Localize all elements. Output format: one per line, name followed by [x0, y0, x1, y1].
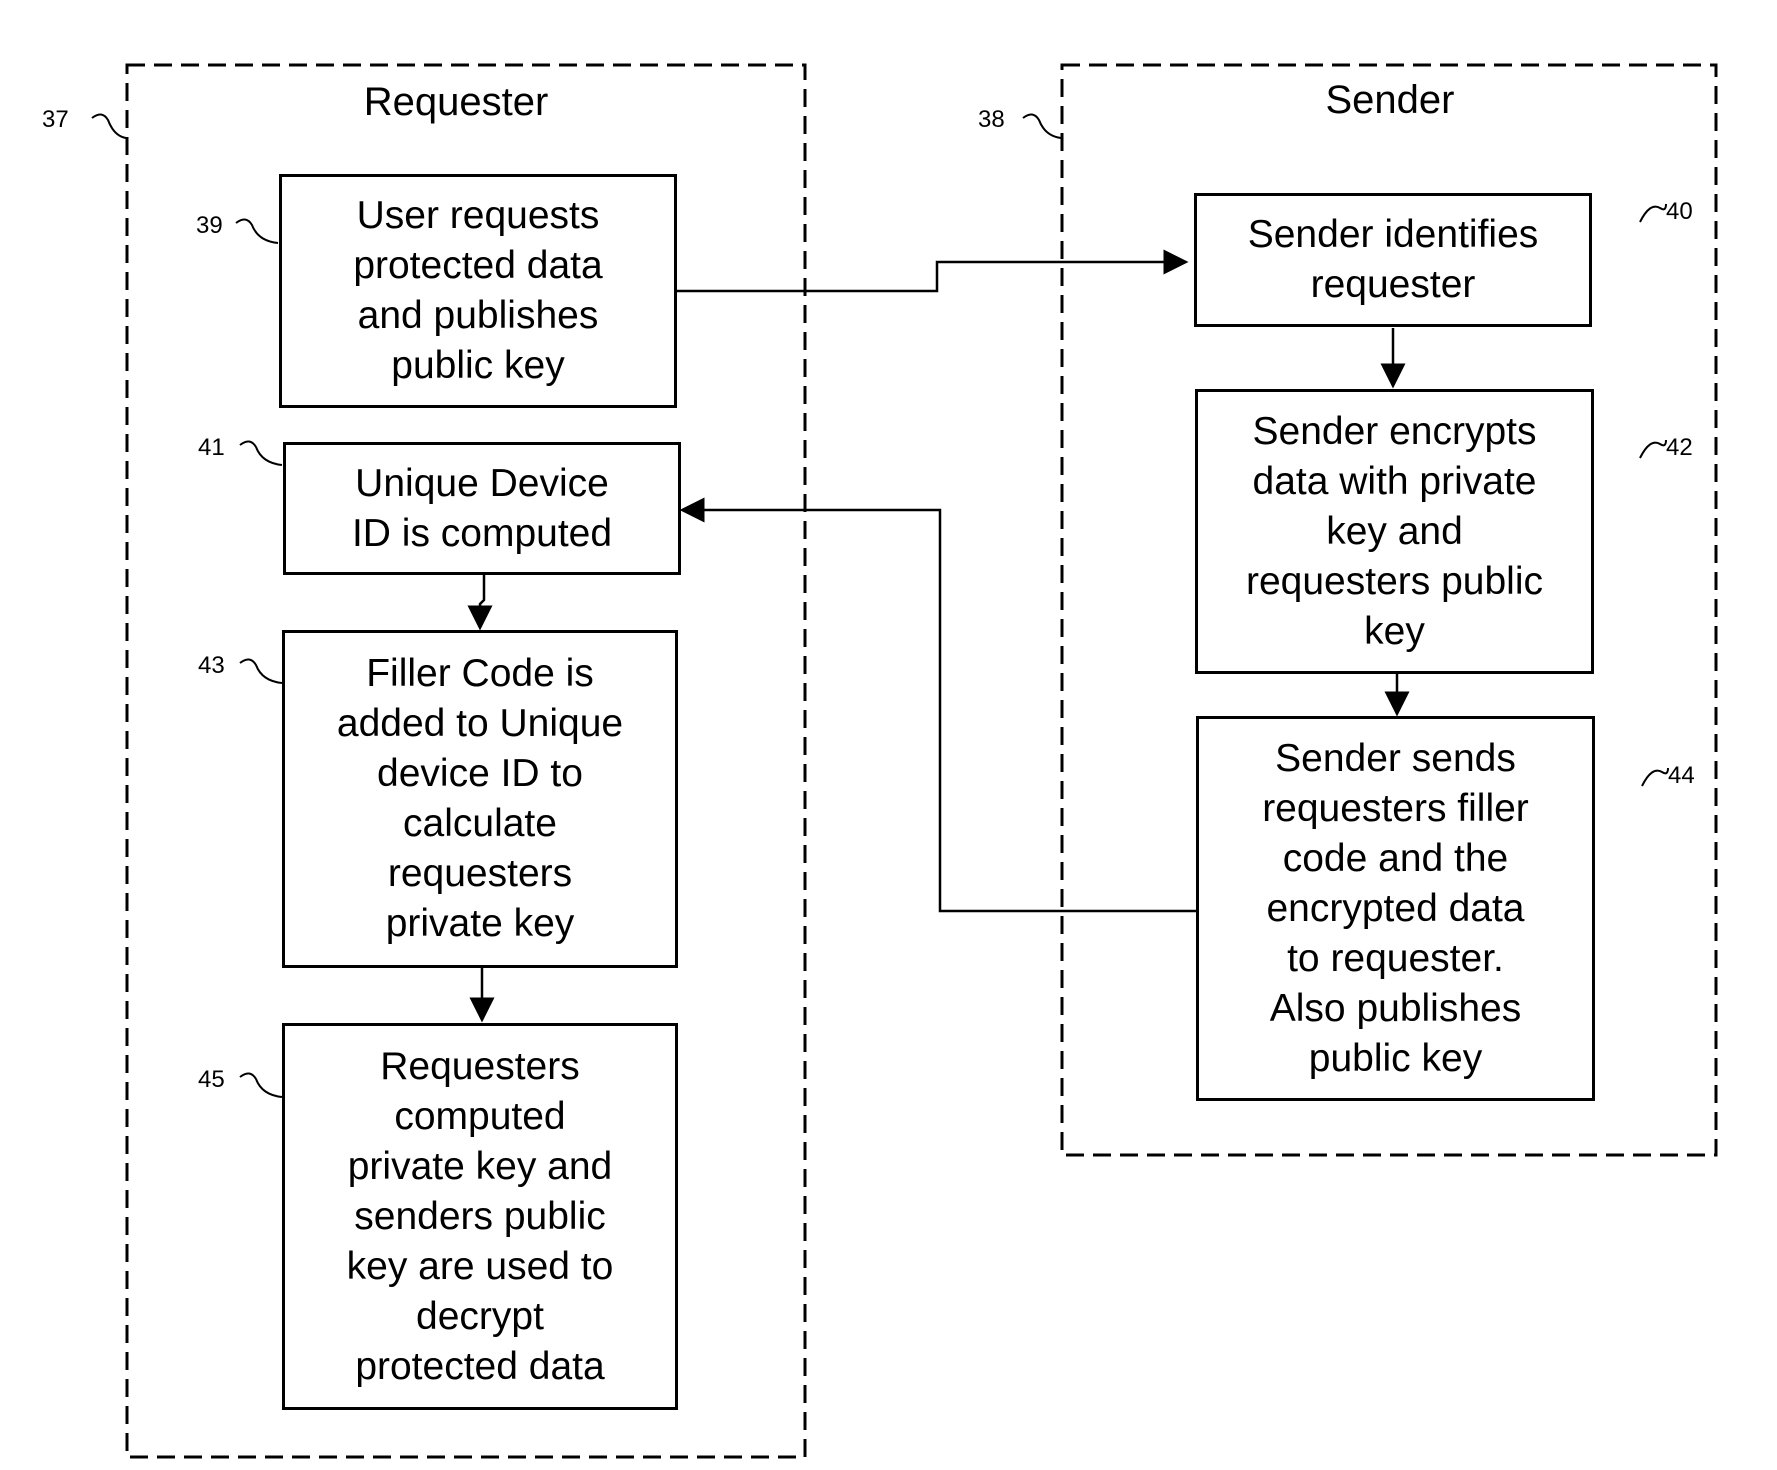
step-box-43: Filler Code is added to Unique device ID… [282, 630, 678, 968]
leader-41 [239, 440, 283, 466]
leader-38 [1022, 113, 1062, 139]
ref-label-41: 41 [198, 434, 225, 461]
ref-label-42: 42 [1666, 434, 1693, 461]
ref-label-40: 40 [1666, 198, 1693, 225]
step-box-44: Sender sends requesters filler code and … [1196, 716, 1595, 1101]
leader-45 [239, 1072, 283, 1098]
step-box-39: User requests protected data and publish… [279, 174, 677, 408]
step-box-42: Sender encrypts data with private key an… [1195, 389, 1594, 674]
connector-41-to-43 [467, 574, 493, 631]
step-box-40: Sender identifies requester [1194, 193, 1592, 327]
leader-42 [1639, 439, 1667, 459]
leader-43 [239, 658, 283, 684]
leader-40 [1639, 203, 1667, 223]
leader-44 [1641, 767, 1669, 787]
lane-title-requester: Requester [363, 80, 549, 124]
step-box-41: Unique Device ID is computed [283, 442, 681, 575]
ref-label-39: 39 [196, 212, 223, 239]
leader-37 [91, 113, 127, 139]
ref-label-45: 45 [198, 1066, 225, 1093]
ref-label-44: 44 [1668, 762, 1695, 789]
ref-label-37: 37 [42, 106, 69, 133]
step-box-45: Requesters computed private key and send… [282, 1023, 678, 1410]
ref-label-38: 38 [978, 106, 1005, 133]
leader-39 [235, 218, 279, 244]
ref-label-43: 43 [198, 652, 225, 679]
lane-title-sender: Sender [1325, 78, 1455, 122]
connector-39-to-40 [677, 249, 1189, 293]
connector-44-to-41 [679, 497, 1199, 913]
